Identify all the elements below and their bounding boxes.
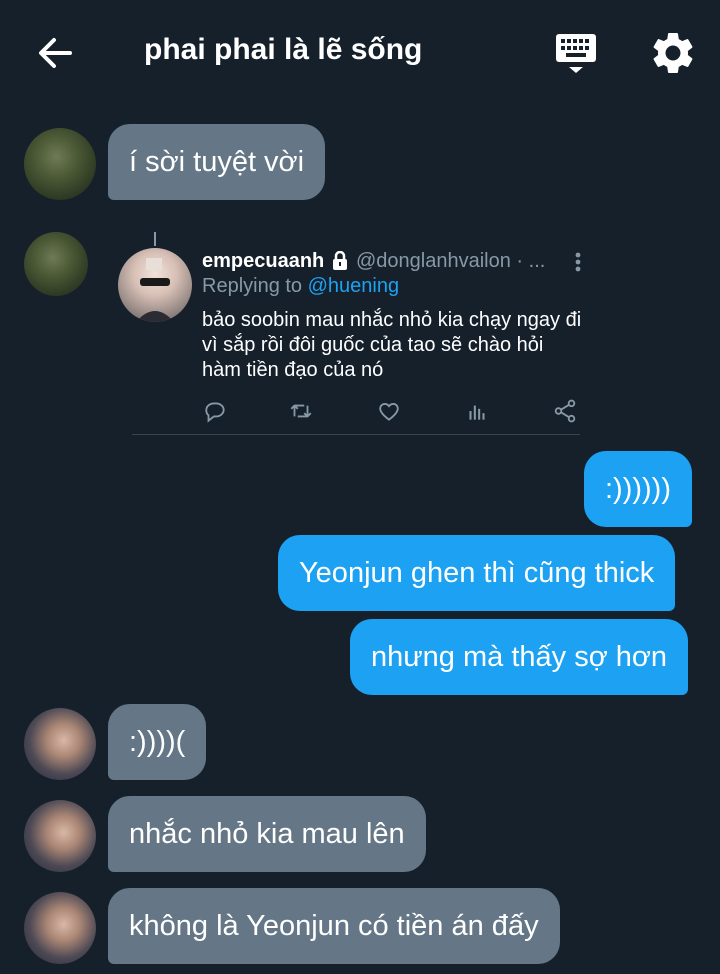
sender-avatar[interactable] bbox=[24, 232, 88, 296]
retweet-button[interactable] bbox=[288, 398, 314, 424]
reply-button[interactable] bbox=[202, 398, 228, 424]
sender-avatar[interactable] bbox=[24, 892, 96, 964]
tweet-author-avatar[interactable] bbox=[118, 248, 192, 322]
tweet-actions bbox=[202, 398, 582, 424]
keyboard-icon bbox=[556, 34, 596, 73]
replying-to-mention[interactable]: @huening bbox=[308, 275, 399, 297]
conversation-header: phai phai là lẽ sống bbox=[0, 0, 720, 104]
tweet-text: bảo soobin mau nhắc nhỏ kia chạy ngay đi… bbox=[202, 309, 582, 381]
tweet-author-name[interactable]: empecuaanh bbox=[202, 250, 324, 273]
tweet-author-photo bbox=[136, 258, 174, 322]
like-icon bbox=[379, 403, 399, 421]
replying-to-label: Replying to bbox=[202, 275, 303, 297]
message-bubble-outgoing[interactable]: nhưng mà thấy sợ hơn bbox=[350, 619, 689, 695]
lock-icon bbox=[333, 251, 347, 270]
message-bubble-outgoing[interactable]: :)))))) bbox=[584, 451, 693, 527]
analytics-button[interactable] bbox=[464, 398, 490, 424]
message-bubble-incoming[interactable]: không là Yeonjun có tiền án đấy bbox=[108, 888, 560, 964]
tweet-author-handle: @donglanhvailon · ... bbox=[356, 250, 546, 272]
arrow-left-icon bbox=[39, 38, 72, 68]
message-bubble-incoming[interactable]: nhắc nhỏ kia mau lên bbox=[108, 796, 426, 872]
back-button[interactable] bbox=[30, 30, 80, 76]
replying-to-line: Replying to @huening bbox=[202, 275, 399, 298]
sender-avatar[interactable] bbox=[24, 800, 96, 872]
tweet-divider bbox=[132, 434, 580, 435]
tweet-more-button[interactable] bbox=[568, 250, 588, 274]
analytics-icon bbox=[469, 405, 485, 420]
retweet-icon bbox=[290, 404, 312, 418]
sender-avatar[interactable] bbox=[24, 708, 96, 780]
keyboard-button[interactable] bbox=[552, 30, 602, 76]
shared-tweet-card[interactable]: empecuaanh @donglanhvailon · ... Replyin… bbox=[110, 230, 582, 436]
like-button[interactable] bbox=[376, 398, 402, 424]
sender-avatar[interactable] bbox=[24, 128, 96, 200]
message-bubble-incoming[interactable]: í sời tuyệt vời bbox=[108, 124, 326, 200]
share-icon bbox=[554, 399, 576, 423]
share-button[interactable] bbox=[552, 398, 578, 424]
thread-line bbox=[154, 232, 156, 246]
reply-icon bbox=[205, 402, 225, 423]
message-bubble-outgoing[interactable]: Yeonjun ghen thì cũng thick bbox=[278, 535, 676, 611]
settings-button[interactable] bbox=[648, 28, 698, 78]
message-bubble-incoming[interactable]: :))))( bbox=[108, 704, 207, 780]
conversation-title: phai phai là lẽ sống bbox=[144, 33, 423, 66]
gear-icon bbox=[653, 32, 693, 73]
more-vertical-icon bbox=[575, 252, 581, 272]
